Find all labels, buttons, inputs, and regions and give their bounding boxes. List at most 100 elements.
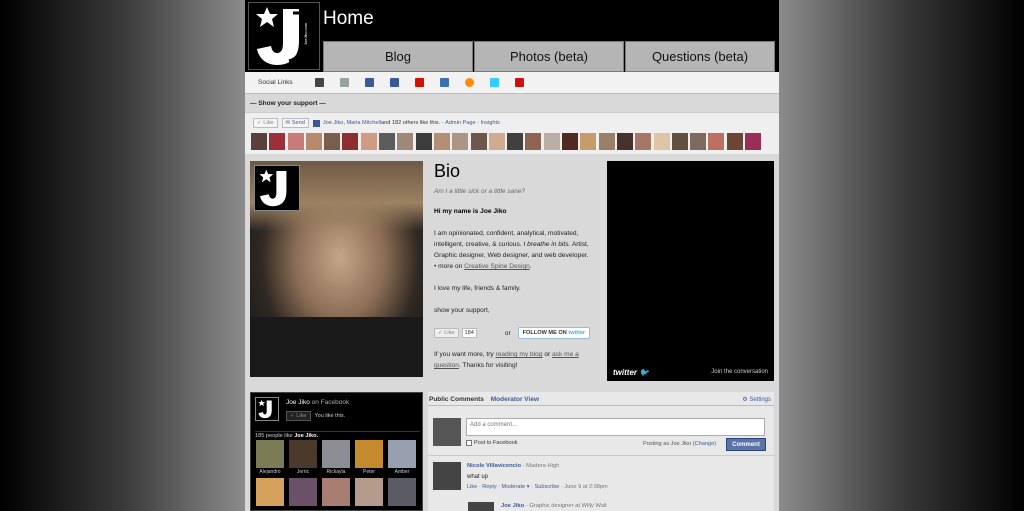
comment-subscribe-link[interactable]: Subscribe xyxy=(535,484,560,490)
liker-avatar[interactable] xyxy=(635,133,652,150)
fb-person[interactable] xyxy=(355,478,386,506)
twitter-logo[interactable]: twitter 🐦 xyxy=(613,368,649,377)
tab-questions[interactable]: Questions (beta) xyxy=(625,41,775,72)
liker-avatar[interactable] xyxy=(598,133,615,150)
fb-like-button[interactable]: ✓ Like xyxy=(286,411,311,421)
tab-blog[interactable]: Blog xyxy=(323,41,473,72)
post-to-facebook-checkbox[interactable] xyxy=(466,440,472,446)
liker-avatar[interactable] xyxy=(507,133,524,150)
fb-person-avatar[interactable] xyxy=(256,440,284,468)
fb-person-name: Jerric xyxy=(296,469,310,475)
liker-avatar[interactable] xyxy=(562,133,579,150)
liker-link[interactable]: Maria Mitchell xyxy=(346,120,381,126)
liker-avatar[interactable] xyxy=(488,133,505,150)
creative-spine-link[interactable]: Creative Spine Design xyxy=(464,263,530,270)
fb-person-avatar[interactable] xyxy=(388,478,416,506)
liker-avatar[interactable] xyxy=(452,133,469,150)
fb-person[interactable]: Jerric xyxy=(289,440,320,475)
liker-avatar[interactable] xyxy=(653,133,670,150)
formspring-icon[interactable] xyxy=(439,78,449,87)
insights-link[interactable]: Insights xyxy=(481,120,500,126)
youtube-icon[interactable] xyxy=(514,78,524,87)
join-conversation-link[interactable]: Join the conversation xyxy=(711,369,768,375)
bio-like-button[interactable]: ✓ Like xyxy=(434,328,459,338)
fb-person-avatar[interactable] xyxy=(322,478,350,506)
fb-person[interactable] xyxy=(256,478,287,506)
liker-avatar[interactable] xyxy=(342,133,359,150)
commenter-name[interactable]: Nicole Villavicencio xyxy=(467,463,521,469)
liker-avatar[interactable] xyxy=(324,133,341,150)
liker-avatar[interactable] xyxy=(269,133,286,150)
commenter-avatar[interactable] xyxy=(433,462,461,490)
fb-person[interactable]: Peter xyxy=(355,440,386,475)
fb-person[interactable] xyxy=(289,478,320,506)
liker-avatar[interactable] xyxy=(287,133,304,150)
liker-avatar[interactable] xyxy=(543,133,560,150)
comment-like-link[interactable]: Like xyxy=(467,484,477,490)
twitter-icon[interactable] xyxy=(489,78,499,87)
tab-photos[interactable]: Photos (beta) xyxy=(474,41,624,72)
liker-avatar[interactable] xyxy=(415,133,432,150)
comment-button[interactable]: Comment xyxy=(726,438,766,451)
comment-moderate-link[interactable]: Moderate xyxy=(502,484,526,490)
tab-public-comments[interactable]: Public Comments xyxy=(429,396,484,403)
fb-person[interactable]: Alejandro xyxy=(256,440,287,475)
deviantart-icon[interactable] xyxy=(339,78,349,87)
reply-name[interactable]: Joe Jiko xyxy=(501,503,524,509)
liker-avatar[interactable] xyxy=(305,133,322,150)
facebook-page-icon[interactable] xyxy=(389,78,399,87)
admin-page-link[interactable]: Admin Page xyxy=(445,120,475,126)
liker-avatar[interactable] xyxy=(525,133,542,150)
lastfm-icon[interactable] xyxy=(414,78,424,87)
orange-icon[interactable] xyxy=(464,78,474,87)
liker-avatar[interactable] xyxy=(379,133,396,150)
liker-avatar[interactable] xyxy=(745,133,762,150)
fb-person-avatar[interactable] xyxy=(289,478,317,506)
fb-person[interactable]: Amber xyxy=(388,440,419,475)
fb-page-logo[interactable] xyxy=(255,397,279,421)
liker-avatar[interactable] xyxy=(616,133,633,150)
like-button[interactable]: ✓ Like xyxy=(253,118,278,128)
liker-avatar[interactable] xyxy=(470,133,487,150)
liker-avatar[interactable] xyxy=(580,133,597,150)
follow-twitter-button[interactable]: FOLLOW ME ON twitter xyxy=(517,327,591,339)
liker-avatar[interactable] xyxy=(726,133,743,150)
comment-settings[interactable]: ⚙ Settings xyxy=(742,396,771,403)
liker-avatar[interactable] xyxy=(360,133,377,150)
fb-person[interactable] xyxy=(388,478,419,506)
reading-blog-link[interactable]: reading my blog xyxy=(496,351,543,358)
fb-person-avatar[interactable] xyxy=(388,440,416,468)
twitter-widget[interactable]: twitter 🐦 Join the conversation xyxy=(607,161,774,381)
fb-person-avatar[interactable] xyxy=(355,478,383,506)
liker-avatar[interactable] xyxy=(690,133,707,150)
page: JoeJiko.com Home Blog Photos (beta) Ques… xyxy=(245,0,779,511)
tab-moderator-view[interactable]: Moderator View xyxy=(491,396,539,403)
fb-person-avatar[interactable] xyxy=(322,440,350,468)
liker-avatar[interactable] xyxy=(671,133,688,150)
fb-person-avatar[interactable] xyxy=(289,440,317,468)
liker-avatar[interactable] xyxy=(251,133,267,150)
send-button[interactable]: ✉ Send xyxy=(281,118,309,128)
fb-person[interactable] xyxy=(322,478,353,506)
you-like-text: You like this. xyxy=(314,413,346,419)
fb-person-avatar[interactable] xyxy=(355,440,383,468)
facebook-icon xyxy=(312,119,320,127)
myspace-icon[interactable] xyxy=(314,78,324,87)
post-to-facebook[interactable]: Post to Facebook xyxy=(466,440,518,446)
change-link[interactable]: Change xyxy=(695,441,715,447)
fb-person-avatar[interactable] xyxy=(256,478,284,506)
facebook-icon[interactable] xyxy=(364,78,374,87)
avatar xyxy=(433,418,461,446)
social-links-label: Social Links xyxy=(258,79,293,86)
site-logo[interactable]: JoeJiko.com xyxy=(248,2,320,70)
comment-input[interactable]: Add a comment... xyxy=(466,418,765,436)
comment-reply-link[interactable]: Reply xyxy=(482,484,496,490)
liker-avatar[interactable] xyxy=(708,133,725,150)
liker-avatar[interactable] xyxy=(397,133,414,150)
liker-avatar[interactable] xyxy=(433,133,450,150)
bio-description: I am opinionated, confident, analytical,… xyxy=(434,230,589,270)
liker-link[interactable]: Joe Jiko xyxy=(323,120,344,126)
fb-page-name[interactable]: Joe Jiko on Facebook xyxy=(286,399,349,406)
fb-person[interactable]: Rickayla xyxy=(322,440,353,475)
reply-avatar[interactable] xyxy=(468,502,494,511)
